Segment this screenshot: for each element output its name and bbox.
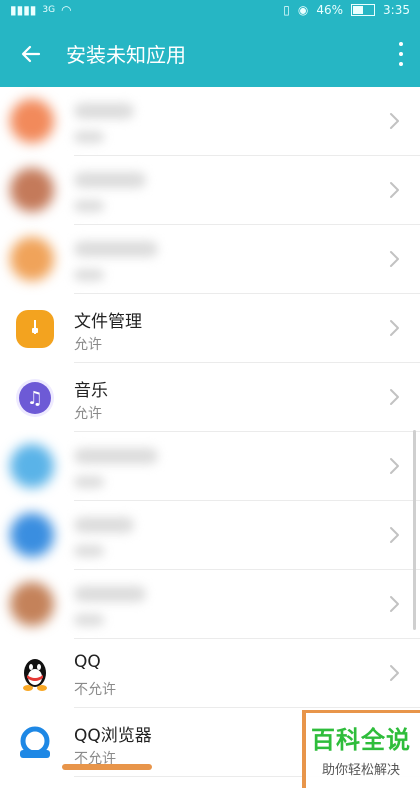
blurred-permission (74, 131, 104, 143)
chevron-right-icon (384, 180, 404, 200)
watermark-subtitle: 助你轻松解决 (321, 763, 400, 778)
signal-icon: ▮▮▮▮ (10, 3, 37, 17)
app-list: 文件管理 允许 ♫ 音乐 允许 QQ 不允许 QQ浏览器 不允许 (0, 87, 420, 777)
chevron-right-icon (384, 663, 404, 683)
qq-browser-icon (16, 724, 54, 762)
blurred-permission (74, 614, 104, 626)
blurred-permission (74, 545, 104, 557)
list-item[interactable] (0, 501, 420, 570)
vibrate-icon: ▯ (283, 3, 290, 17)
permission-status: 不允许 (74, 682, 116, 698)
blurred-permission (74, 476, 104, 488)
blurred-app-name (74, 241, 158, 257)
blurred-app-name (74, 517, 134, 533)
blurred-permission (74, 200, 104, 212)
blurred-app-name (74, 172, 146, 188)
permission-status: 允许 (74, 337, 102, 353)
blurred-app-icon (10, 444, 54, 488)
watermark-title: 百科全说 (311, 726, 411, 754)
music-icon: ♫ (16, 379, 54, 417)
back-arrow-icon[interactable] (16, 39, 46, 69)
file-manager-icon (16, 310, 54, 348)
blurred-app-icon (10, 513, 54, 557)
annotation-underline (62, 764, 152, 770)
app-header: ▮▮▮▮ 3G ◠ ▯ ◉ 46% 3:35 安装未知应用 (0, 0, 420, 87)
chevron-right-icon (384, 525, 404, 545)
clock: 3:35 (383, 3, 410, 17)
blurred-app-icon (10, 99, 54, 143)
list-item[interactable]: 文件管理 允许 (0, 294, 420, 363)
app-name: QQ (74, 652, 101, 672)
page-title: 安装未知应用 (66, 43, 186, 67)
list-item[interactable] (0, 156, 420, 225)
blurred-app-name (74, 586, 146, 602)
list-item[interactable] (0, 225, 420, 294)
more-options-icon[interactable] (398, 42, 404, 66)
status-bar: ▮▮▮▮ 3G ◠ ▯ ◉ 46% 3:35 (0, 0, 420, 20)
list-item[interactable]: ♫ 音乐允许 (0, 363, 420, 432)
chevron-right-icon (384, 249, 404, 269)
app-name: 音乐 (74, 381, 108, 401)
blurred-app-icon (10, 168, 54, 212)
chevron-right-icon (384, 456, 404, 476)
wifi-icon: ◠ (61, 3, 72, 17)
blurred-app-icon (10, 237, 54, 281)
battery-icon (351, 4, 376, 16)
scrollbar[interactable] (413, 430, 416, 630)
app-name: QQ浏览器 (74, 726, 152, 746)
blurred-app-icon (10, 582, 54, 626)
list-item[interactable]: QQ 不允许 (0, 639, 420, 708)
battery-percent: 46% (316, 3, 344, 17)
app-name: 文件管理 (74, 312, 142, 332)
eye-icon: ◉ (297, 3, 309, 17)
list-item[interactable] (0, 570, 420, 639)
list-item[interactable] (0, 432, 420, 501)
blurred-app-name (74, 103, 134, 119)
chevron-right-icon (384, 111, 404, 131)
toolbar: 安装未知应用 (0, 20, 420, 87)
network-label: 3G (42, 5, 56, 15)
chevron-right-icon (384, 594, 404, 614)
qq-penguin-icon (16, 655, 54, 693)
watermark-logo: 百科全说 助你轻松解决 (302, 710, 420, 788)
chevron-right-icon (384, 387, 404, 407)
permission-status: 允许 (74, 406, 102, 422)
blurred-app-name (74, 448, 158, 464)
chevron-right-icon (384, 318, 404, 338)
list-item[interactable] (0, 87, 420, 156)
blurred-permission (74, 269, 104, 281)
